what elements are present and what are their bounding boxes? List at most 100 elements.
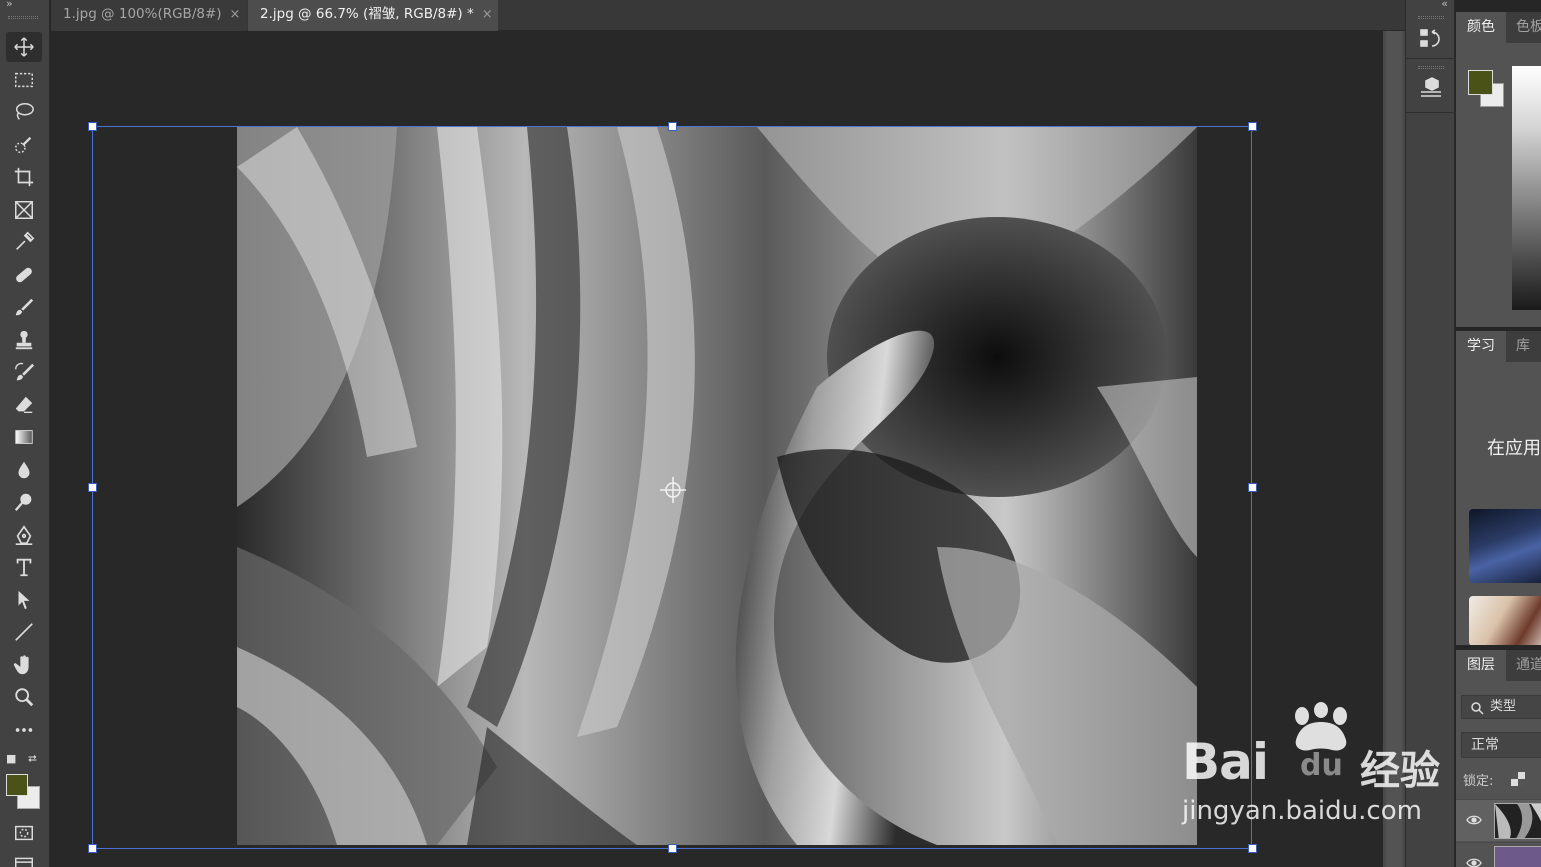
stamp-icon [15,330,33,350]
expand-toolbar-icon[interactable]: » [6,0,13,10]
blend-mode-select[interactable]: 正常 [1461,732,1541,758]
bandage-icon [16,267,32,283]
lock-transparency-icon[interactable] [1511,772,1525,786]
hand-icon [13,655,29,675]
drop-icon [18,461,30,479]
scrollbar-thumb[interactable] [1386,31,1402,867]
transform-handle-top-left[interactable] [88,122,97,131]
layer-thumbnail [1494,846,1541,867]
line-icon [15,623,33,641]
panel-grip[interactable] [1418,66,1444,69]
eraser-icon [15,396,33,414]
screen-mode-button[interactable] [6,848,42,867]
brush-icon [15,298,34,316]
tools-panel: » ■ ⮂ [0,0,50,867]
tab-libraries[interactable]: 库 [1505,331,1541,362]
tab-2jpg[interactable]: 2.jpg @ 66.7% (褶皱, RGB/8#) * × [248,0,498,31]
edit-toolbar[interactable] [6,715,42,745]
tutorial-thumbnail-flowers[interactable] [1469,596,1541,645]
line-tool[interactable] [6,617,42,647]
swap-colors-icon[interactable]: ⮂ [28,752,37,766]
eyedropper-tool[interactable] [6,227,42,257]
type-tool[interactable] [6,552,42,582]
more-icon [15,728,33,732]
quick-selection-icon [15,136,32,154]
transform-pivot-icon[interactable] [658,475,688,505]
panel-foreground-color[interactable] [1468,70,1493,95]
hand-tool[interactable] [6,650,42,680]
screen-mode-icon [15,857,33,867]
lasso-icon [15,103,34,120]
panel-separator [1406,58,1456,59]
transform-handle-top-right[interactable] [1248,122,1257,131]
learn-panel-tabs: 学习 库 [1456,331,1541,362]
panel-separator [1406,112,1456,113]
rectangular-marquee-tool[interactable] [6,65,42,95]
layer-thumbnail [1494,803,1541,839]
zoom-tool[interactable] [6,682,42,712]
crop-tool[interactable] [6,162,42,192]
pen-icon [15,525,33,545]
gradient-tool[interactable] [6,422,42,452]
toolbar-header: » [0,0,49,30]
layer-row[interactable] [1456,799,1541,841]
dodge-tool[interactable] [6,487,42,517]
transform-handle-left[interactable] [88,483,97,492]
vertical-scrollbar[interactable] [1383,31,1405,867]
transform-handle-bottom-right[interactable] [1248,844,1257,853]
blur-tool[interactable] [6,455,42,485]
silk-fabric-image[interactable] [237,127,1197,845]
lasso-tool[interactable] [6,97,42,127]
marquee-icon [15,72,33,88]
eyedropper-icon [16,231,35,250]
brush-tool[interactable] [6,292,42,322]
frame-icon [15,201,33,219]
pen-tool[interactable] [6,520,42,550]
history-brush-tool[interactable] [6,357,42,387]
tab-learn[interactable]: 学习 [1456,331,1506,362]
silk-thumbnail-picture [1495,804,1541,838]
3d-panel-icon[interactable] [1418,76,1444,102]
learn-heading: 在应用 [1487,438,1541,459]
close-icon[interactable]: × [482,7,493,22]
frame-tool[interactable] [6,195,42,225]
tab-label: 2.jpg @ 66.7% (褶皱, RGB/8#) * [260,6,474,22]
color-panel-tabs: 颜色 色板 [1456,12,1541,43]
lock-label: 锁定: [1463,774,1494,789]
color-picker-field[interactable] [1512,66,1541,310]
foreground-color-swatch[interactable] [6,774,28,796]
gradient-icon [15,430,33,444]
path-selection-tool[interactable] [6,585,42,615]
history-panel-icon[interactable] [1418,26,1444,52]
default-colors-icon[interactable]: ■ [6,752,16,765]
eraser-tool[interactable] [6,390,42,420]
document-tabs: 1.jpg @ 100%(RGB/8#) × 2.jpg @ 66.7% (褶皱,… [51,0,1405,31]
learn-panel: 学习 库 在应用 [1456,331,1541,645]
transform-handle-bottom[interactable] [668,844,677,853]
tab-layers[interactable]: 图层 [1456,650,1506,681]
tab-1jpg[interactable]: 1.jpg @ 100%(RGB/8#) × [51,0,247,31]
quick-selection-tool[interactable] [6,130,42,160]
close-icon[interactable]: × [230,7,241,22]
photoshop-window: » ■ ⮂ 1.jpg @ 100%(RGB/8#) × 2.jpg @ 66.… [0,0,1541,867]
eye-icon[interactable] [1466,857,1482,867]
tab-swatches[interactable]: 色板 [1505,12,1541,43]
move-tool[interactable] [6,32,42,62]
collapse-panels-icon[interactable]: « [1441,0,1448,10]
panel-grip[interactable] [1418,16,1444,19]
tab-color[interactable]: 颜色 [1456,12,1506,43]
transform-handle-right[interactable] [1248,483,1257,492]
silk-fabric-picture [237,127,1197,845]
quick-mask-button[interactable] [6,818,42,848]
arrow-icon [18,590,30,610]
eye-icon[interactable] [1466,814,1482,826]
tab-channels[interactable]: 通道 [1505,650,1541,681]
tutorial-thumbnail-room[interactable] [1469,509,1541,583]
layer-row[interactable] [1456,842,1541,867]
layers-panel-tabs: 图层 通道 [1456,650,1541,681]
healing-brush-tool[interactable] [6,260,42,290]
transform-handle-top[interactable] [668,122,677,131]
toolbar-grip[interactable] [8,16,38,19]
clone-stamp-tool[interactable] [6,325,42,355]
transform-handle-bottom-left[interactable] [88,844,97,853]
